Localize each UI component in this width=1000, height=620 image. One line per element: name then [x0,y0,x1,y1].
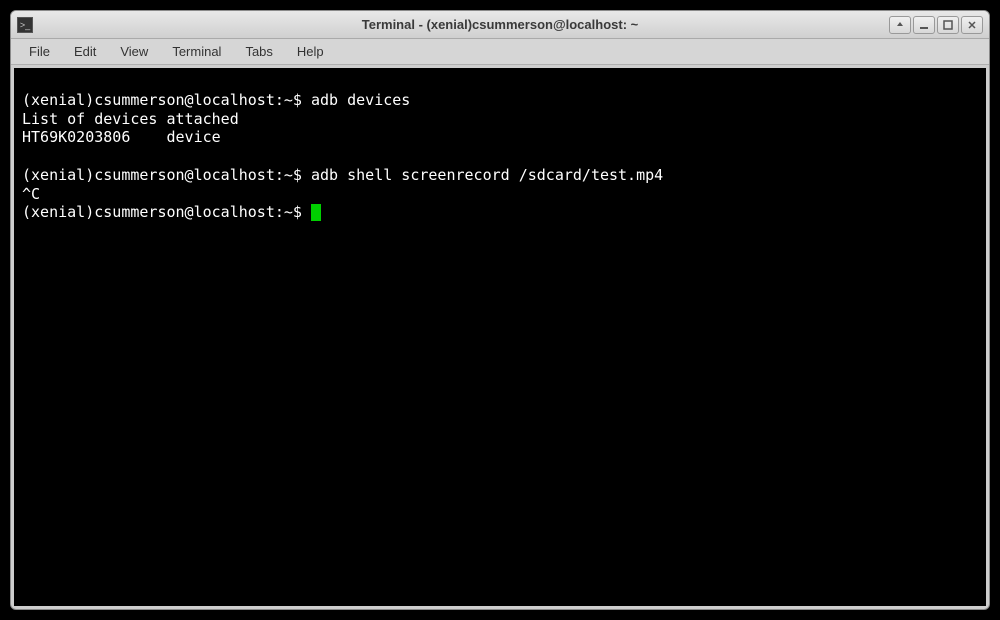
shade-button[interactable] [889,16,911,34]
terminal-line: (xenial)csummerson@localhost:~$ adb devi… [22,91,410,109]
close-button[interactable] [961,16,983,34]
minimize-icon [919,20,929,30]
command-text: adb devices [311,91,410,109]
prompt-text: (xenial)csummerson@localhost:~$ [22,91,311,109]
prompt-text: (xenial)csummerson@localhost:~$ [22,203,311,221]
menu-tabs[interactable]: Tabs [233,41,284,62]
menu-file[interactable]: File [17,41,62,62]
menubar: File Edit View Terminal Tabs Help [11,39,989,65]
terminal-line [22,147,31,165]
arrow-up-icon [895,20,905,30]
menu-terminal[interactable]: Terminal [160,41,233,62]
command-text: adb shell screenrecord /sdcard/test.mp4 [311,166,663,184]
maximize-button[interactable] [937,16,959,34]
terminal-app-icon: >_ [17,17,33,33]
close-icon [967,20,977,30]
titlebar[interactable]: >_ Terminal - (xenial)csummerson@localho… [11,11,989,39]
terminal-content[interactable]: (xenial)csummerson@localhost:~$ adb devi… [14,68,986,606]
terminal-line: (xenial)csummerson@localhost:~$ [22,203,321,221]
terminal-line: List of devices attached [22,110,239,128]
terminal-line: HT69K0203806 device [22,128,221,146]
prompt-text: (xenial)csummerson@localhost:~$ [22,166,311,184]
maximize-icon [943,20,953,30]
terminal-cursor [311,204,321,221]
minimize-button[interactable] [913,16,935,34]
menu-help[interactable]: Help [285,41,336,62]
terminal-window: >_ Terminal - (xenial)csummerson@localho… [10,10,990,610]
menu-view[interactable]: View [108,41,160,62]
window-title: Terminal - (xenial)csummerson@localhost:… [11,17,989,32]
terminal-line: (xenial)csummerson@localhost:~$ adb shel… [22,166,663,184]
terminal-line: ^C [22,185,40,203]
window-controls [889,16,983,34]
menu-edit[interactable]: Edit [62,41,108,62]
